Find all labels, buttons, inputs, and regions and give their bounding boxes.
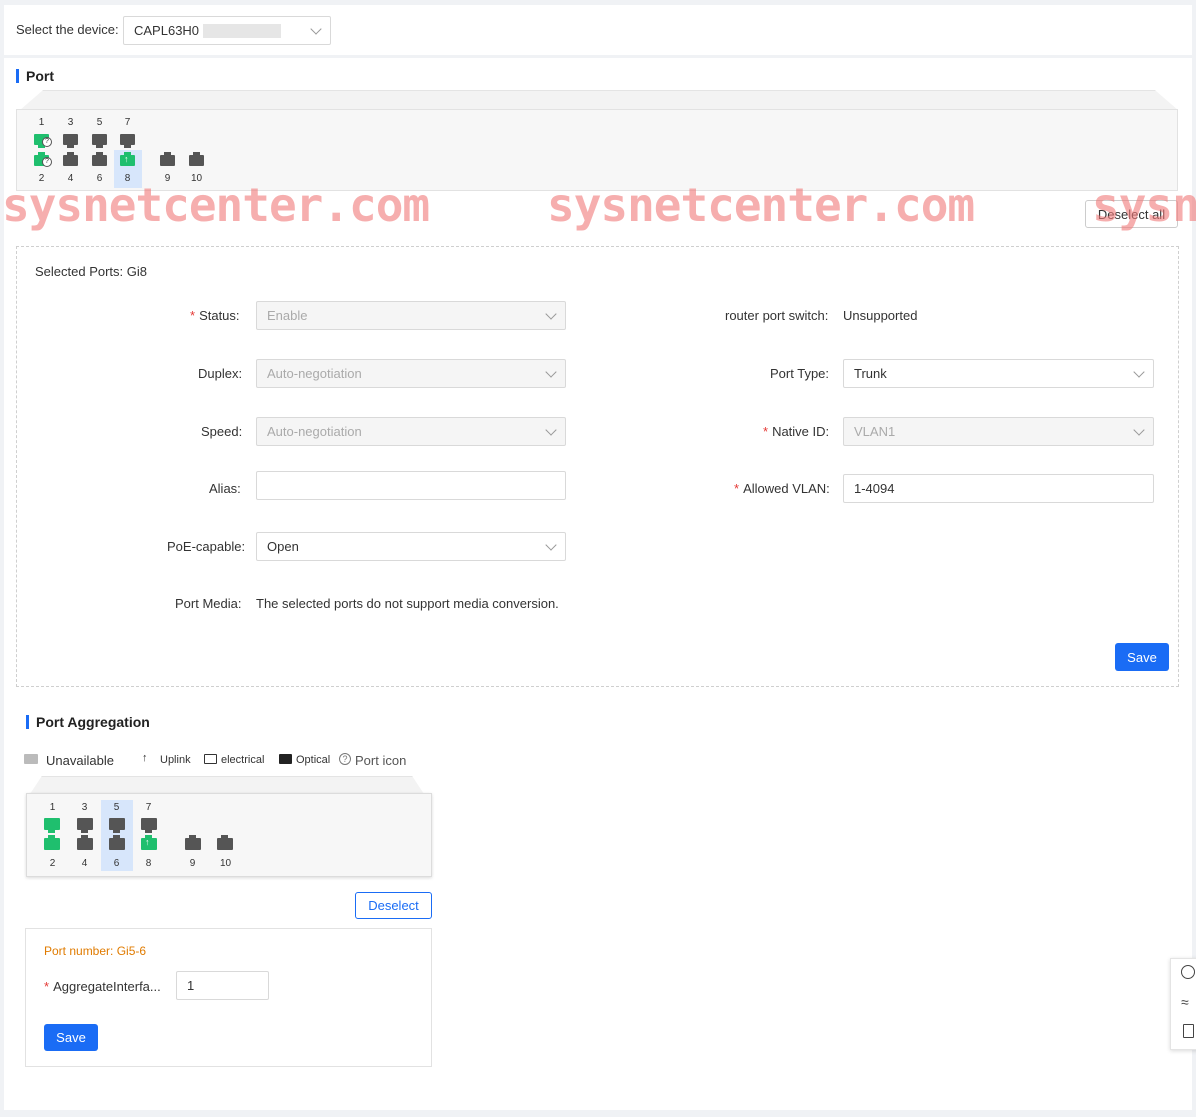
- native-id-select[interactable]: VLAN1: [843, 417, 1154, 446]
- switch-panel-top: [20, 90, 1178, 110]
- port-num: 8: [145, 858, 152, 869]
- router-port-value: Unsupported: [843, 308, 918, 323]
- port-9[interactable]: [160, 152, 175, 166]
- media-label: Port Media:: [175, 596, 242, 611]
- aggregate-interface-input[interactable]: 1: [176, 971, 269, 1000]
- agg-port-10[interactable]: [217, 835, 233, 850]
- port-num: 3: [67, 117, 74, 128]
- port-section-title: Port: [16, 68, 54, 84]
- agg-port-4[interactable]: [77, 835, 93, 850]
- alias-input[interactable]: [256, 471, 566, 500]
- electrical-icon: [204, 754, 217, 764]
- device-value: CAPL63H0: [134, 23, 200, 38]
- uplink-icon: ↑: [124, 154, 129, 164]
- port-num: 7: [124, 117, 131, 128]
- legend-optical: Optical: [296, 754, 331, 766]
- aggregation-title: Port Aggregation: [26, 714, 150, 730]
- watermark: sysn: [1092, 178, 1196, 232]
- chevron-down-icon: [310, 23, 322, 35]
- legend-uplink: Uplink: [160, 754, 191, 766]
- duplex-select[interactable]: Auto-negotiation: [256, 359, 566, 388]
- port-4[interactable]: [63, 152, 78, 166]
- chevron-down-icon: [1133, 366, 1145, 378]
- chevron-down-icon: [545, 366, 557, 378]
- media-value: The selected ports do not support media …: [256, 596, 559, 611]
- question-icon: ?: [339, 753, 351, 765]
- watermark: sysnetcenter.com: [547, 178, 975, 232]
- wave-icon[interactable]: ≈: [1181, 994, 1189, 1010]
- deselect-button[interactable]: Deselect: [355, 892, 432, 919]
- port-num: 6: [113, 858, 120, 869]
- port-5[interactable]: [92, 134, 107, 148]
- duplex-label: Duplex:: [198, 366, 243, 381]
- port-10[interactable]: [189, 152, 204, 166]
- port-type-label: Port Type:: [770, 366, 830, 381]
- agg-switch-panel-top: [30, 776, 424, 794]
- chevron-down-icon: [545, 539, 557, 551]
- port-num: 10: [219, 858, 232, 869]
- native-id-label: * Native ID:: [763, 424, 830, 439]
- agg-port-3[interactable]: [77, 818, 93, 833]
- speed-label: Speed:: [201, 424, 243, 439]
- status-label: * Status:: [190, 308, 240, 323]
- port-type-select[interactable]: Trunk: [843, 359, 1154, 388]
- legend: Unavailable ↑ Uplink electrical Optical …: [24, 752, 444, 770]
- alias-label: Alias:: [209, 481, 241, 496]
- selected-ports: Selected Ports: Gi8: [35, 264, 147, 279]
- port-3[interactable]: [63, 134, 78, 148]
- allowed-vlan-label: * Allowed VLAN:: [734, 481, 830, 496]
- legend-unavailable: Unavailable: [46, 753, 114, 768]
- agg-port-2[interactable]: [44, 835, 60, 850]
- unavailable-icon: [24, 754, 38, 764]
- device-label: Select the device:: [16, 22, 119, 37]
- poe-label: PoE-capable:: [167, 539, 246, 554]
- device-bar: Select the device: CAPL63H0: [4, 5, 1192, 55]
- port-num: 1: [49, 802, 56, 813]
- port-7[interactable]: [120, 134, 135, 148]
- port-6[interactable]: [92, 152, 107, 166]
- optical-icon: [279, 754, 292, 764]
- port-num: 5: [113, 802, 120, 813]
- port-num: 2: [49, 858, 56, 869]
- speed-select[interactable]: Auto-negotiation: [256, 417, 566, 446]
- port-num: 5: [96, 117, 103, 128]
- device-redacted: [203, 23, 282, 38]
- allowed-vlan-input[interactable]: 1-4094: [843, 474, 1154, 503]
- agg-port-1[interactable]: [44, 818, 60, 833]
- clipboard-icon[interactable]: [1183, 1024, 1194, 1038]
- legend-port-icon: Port icon: [355, 753, 407, 768]
- legend-electrical: electrical: [221, 754, 265, 766]
- port-num: 7: [145, 802, 152, 813]
- port-num: 4: [81, 858, 88, 869]
- port-info-icon: ?: [42, 157, 52, 167]
- watermark: sysnetcenter.com: [2, 178, 430, 232]
- agg-save-button[interactable]: Save: [44, 1024, 98, 1051]
- port-num: 3: [81, 802, 88, 813]
- chevron-down-icon: [1133, 424, 1145, 436]
- poe-select[interactable]: Open: [256, 532, 566, 561]
- save-button[interactable]: Save: [1115, 643, 1169, 671]
- aggregate-interface-label: * AggregateInterfa...: [44, 979, 161, 994]
- agg-port-5[interactable]: [109, 818, 125, 833]
- port-info-icon: ?: [42, 137, 52, 147]
- agg-port-9[interactable]: [185, 835, 201, 850]
- chevron-down-icon: [545, 308, 557, 320]
- uplink-icon: ↑: [142, 752, 148, 764]
- port-num: 9: [189, 858, 196, 869]
- device-select[interactable]: CAPL63H0: [123, 16, 331, 45]
- router-port-label: router port switch:: [725, 308, 829, 323]
- port-number-text: Port number: Gi5-6: [44, 944, 147, 958]
- port-num: 1: [38, 117, 45, 128]
- chat-icon[interactable]: [1181, 965, 1195, 979]
- agg-port-6[interactable]: [109, 835, 125, 850]
- uplink-icon: ↑: [145, 837, 150, 847]
- status-select[interactable]: Enable: [256, 301, 566, 330]
- chevron-down-icon: [545, 424, 557, 436]
- agg-port-7[interactable]: [141, 818, 157, 833]
